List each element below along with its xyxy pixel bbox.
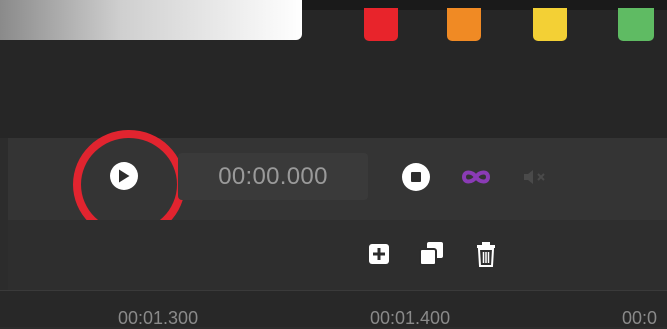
- play-icon: [119, 169, 130, 183]
- color-swatch-green[interactable]: [618, 8, 654, 41]
- stop-icon: [411, 172, 421, 182]
- color-swatch-red[interactable]: [364, 8, 398, 41]
- infinity-loop-icon: [461, 170, 491, 184]
- trash-icon: [477, 242, 495, 267]
- duplicate-icon: [419, 242, 443, 266]
- color-swatch-yellow[interactable]: [533, 8, 567, 41]
- add-icon: [369, 244, 389, 264]
- timeline-ruler[interactable]: [0, 290, 667, 327]
- add-button[interactable]: [366, 240, 392, 268]
- actions-row: [8, 220, 667, 290]
- play-button[interactable]: [110, 162, 138, 190]
- loop-button[interactable]: [459, 166, 493, 188]
- color-swatch-orange[interactable]: [447, 8, 481, 41]
- mute-button[interactable]: [521, 167, 553, 187]
- duplicate-button[interactable]: [418, 240, 446, 268]
- gradient-slider[interactable]: [0, 0, 302, 40]
- delete-button[interactable]: [474, 240, 498, 268]
- mute-icon: [524, 170, 545, 184]
- stop-button[interactable]: [402, 163, 430, 191]
- time-display[interactable]: 00:00.000: [178, 153, 368, 200]
